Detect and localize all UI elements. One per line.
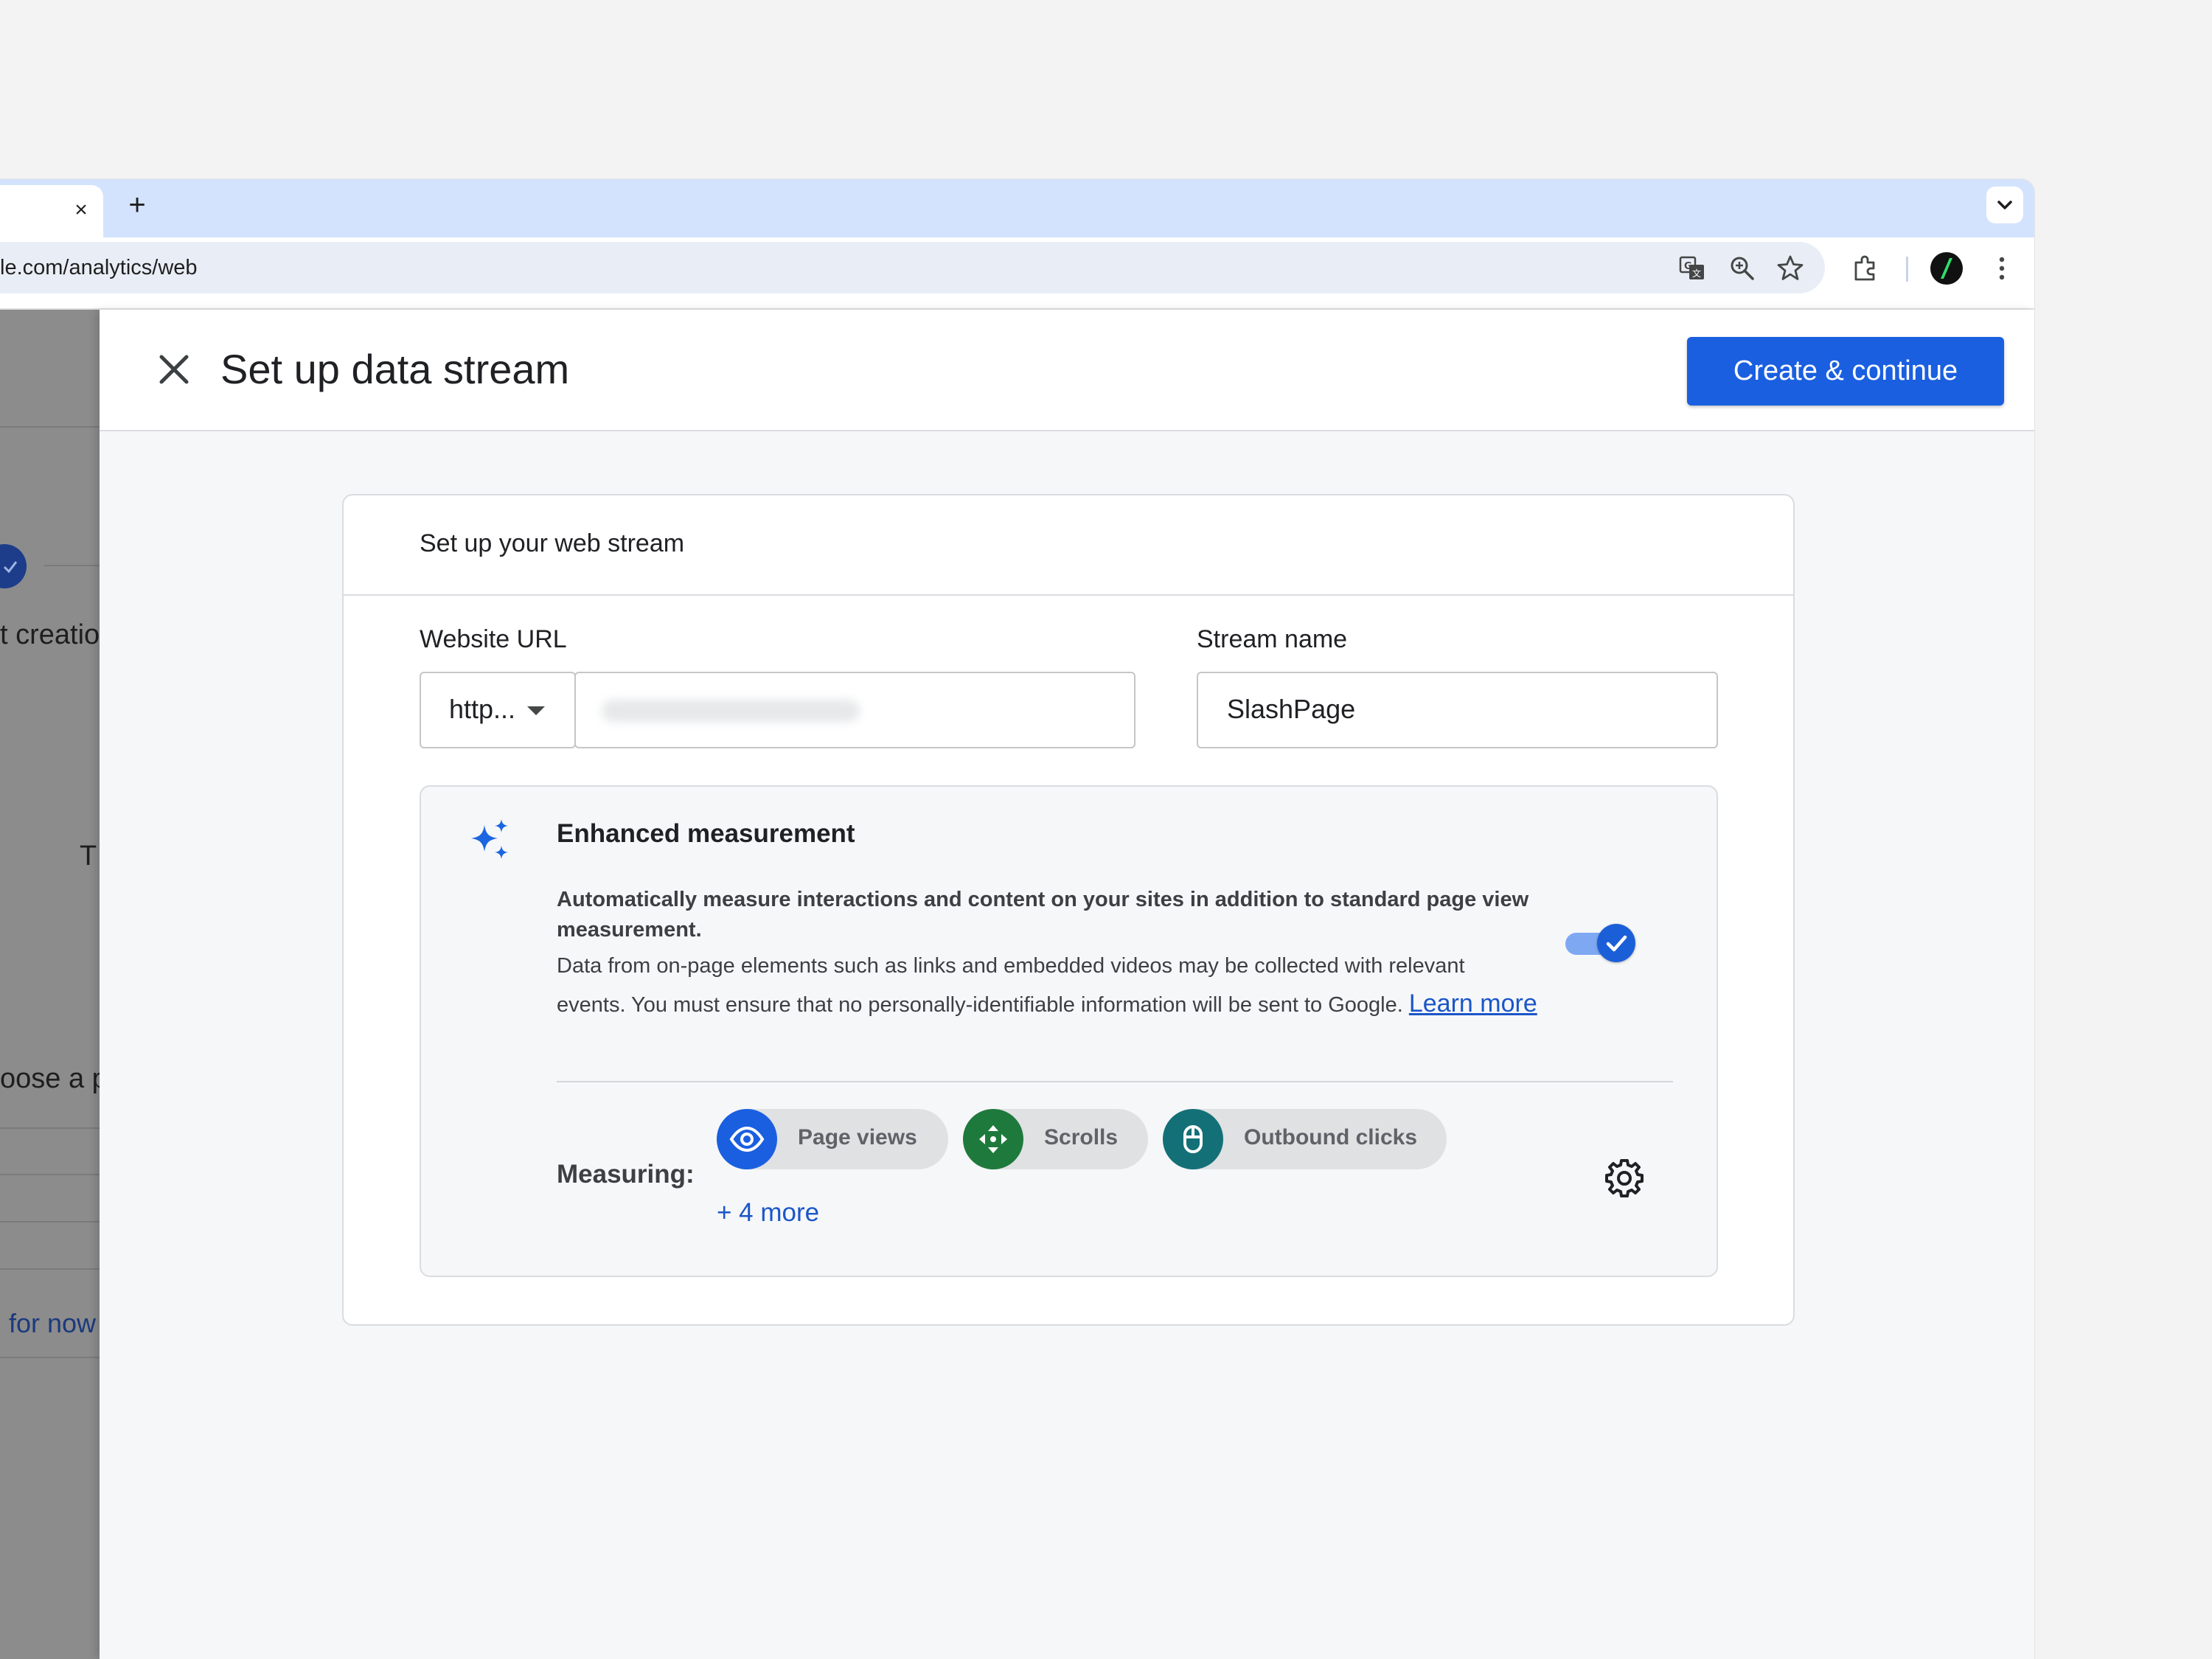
gear-icon[interactable] (1602, 1156, 1646, 1200)
address-bar[interactable]: le.com/analytics/web (0, 242, 1825, 293)
chip-label: Scrolls (1044, 1125, 1119, 1150)
step-connector (44, 565, 100, 566)
chip-label: Page views (798, 1125, 917, 1150)
divider (0, 1221, 100, 1222)
chip-label: Outbound clicks (1244, 1125, 1418, 1150)
divider (0, 1127, 100, 1129)
tab-search-button[interactable] (1986, 187, 2023, 223)
translate-icon[interactable]: G 文 (1678, 254, 1708, 283)
protocol-value: http... (449, 694, 516, 724)
card-header: Set up your web stream (344, 495, 1793, 596)
learn-more-link[interactable]: Learn more (1409, 990, 1537, 1018)
enhanced-measurement-toggle[interactable] (1564, 924, 1636, 962)
toolbar-separator (1906, 257, 1908, 282)
background-heading-fragment: oose a p (0, 1063, 100, 1094)
background-text-fragment: T (80, 841, 97, 872)
enhanced-measurement-title: Enhanced measurement (557, 819, 855, 848)
website-url-input[interactable] (574, 672, 1135, 748)
step-complete-icon (0, 544, 27, 588)
chip-page-views[interactable]: Page views (717, 1109, 948, 1169)
sparkle-icon (471, 819, 508, 859)
chip-scrolls[interactable]: Scrolls (963, 1109, 1148, 1169)
stream-name-value: SlashPage (1227, 694, 1356, 724)
measuring-label: Measuring: (557, 1160, 695, 1189)
extensions-icon[interactable] (1851, 254, 1880, 283)
mouse-icon (1163, 1109, 1223, 1169)
divider (0, 1357, 100, 1358)
divider (0, 426, 100, 428)
browser-window: × + le.com/analytics/web G 文 t creatio T… (0, 179, 2034, 1659)
card-title: Set up your web stream (420, 529, 685, 557)
setup-data-stream-panel: Set up data stream Create & continue Set… (100, 310, 2034, 1659)
address-text[interactable]: le.com/analytics/web (0, 242, 198, 293)
more-options-icon[interactable] (1991, 252, 2013, 285)
enhanced-measurement-section: Enhanced measurement Automatically measu… (420, 785, 1718, 1277)
chip-outbound-clicks[interactable]: Outbound clicks (1163, 1109, 1447, 1169)
background-page: t creation T oose a p l for now (0, 310, 100, 1659)
dropdown-arrow-icon (527, 706, 545, 715)
bookmark-star-icon[interactable] (1775, 254, 1805, 283)
protocol-select[interactable]: http... (420, 672, 576, 748)
section-divider (557, 1081, 1673, 1082)
scroll-icon (963, 1109, 1023, 1169)
svg-text:G: G (1684, 261, 1692, 272)
tab-close-button[interactable]: × (71, 199, 91, 221)
page-title: Set up data stream (220, 346, 570, 392)
active-tab[interactable]: × (0, 185, 103, 237)
blurred-url-value (602, 700, 860, 722)
tab-strip: × + (0, 179, 2034, 237)
check-icon (1606, 935, 1627, 952)
close-icon[interactable] (151, 347, 197, 392)
page-content: t creation T oose a p l for now Set up d… (0, 310, 2034, 1659)
zoom-icon[interactable] (1728, 254, 1757, 283)
slash-logo-icon (1941, 258, 1952, 279)
web-stream-card: Set up your web stream Website URL http.… (342, 494, 1795, 1326)
svg-text:文: 文 (1692, 268, 1701, 279)
stream-name-input[interactable]: SlashPage (1197, 672, 1718, 748)
browser-toolbar: le.com/analytics/web G 文 (0, 237, 2034, 310)
website-url-label: Website URL (420, 625, 567, 653)
enhanced-measurement-description: Data from on-page elements such as links… (557, 947, 1537, 1024)
enhanced-measurement-summary: Automatically measure interactions and c… (557, 888, 1529, 942)
chevron-down-icon (1997, 201, 2012, 209)
stream-name-label: Stream name (1197, 625, 1348, 653)
new-tab-button[interactable]: + (124, 190, 150, 220)
panel-header: Set up data stream Create & continue (100, 310, 2034, 431)
background-step-label: t creation (0, 619, 100, 650)
divider (0, 1268, 100, 1270)
description-text: Data from on-page elements such as links… (557, 954, 1465, 1017)
eye-icon (717, 1109, 777, 1169)
background-link: l for now (0, 1308, 97, 1338)
create-and-continue-button[interactable]: Create & continue (1687, 337, 2004, 406)
more-events-link[interactable]: + 4 more (717, 1198, 819, 1228)
toggle-knob (1597, 924, 1635, 962)
divider (0, 1174, 100, 1175)
profile-avatar[interactable] (1930, 252, 1963, 285)
